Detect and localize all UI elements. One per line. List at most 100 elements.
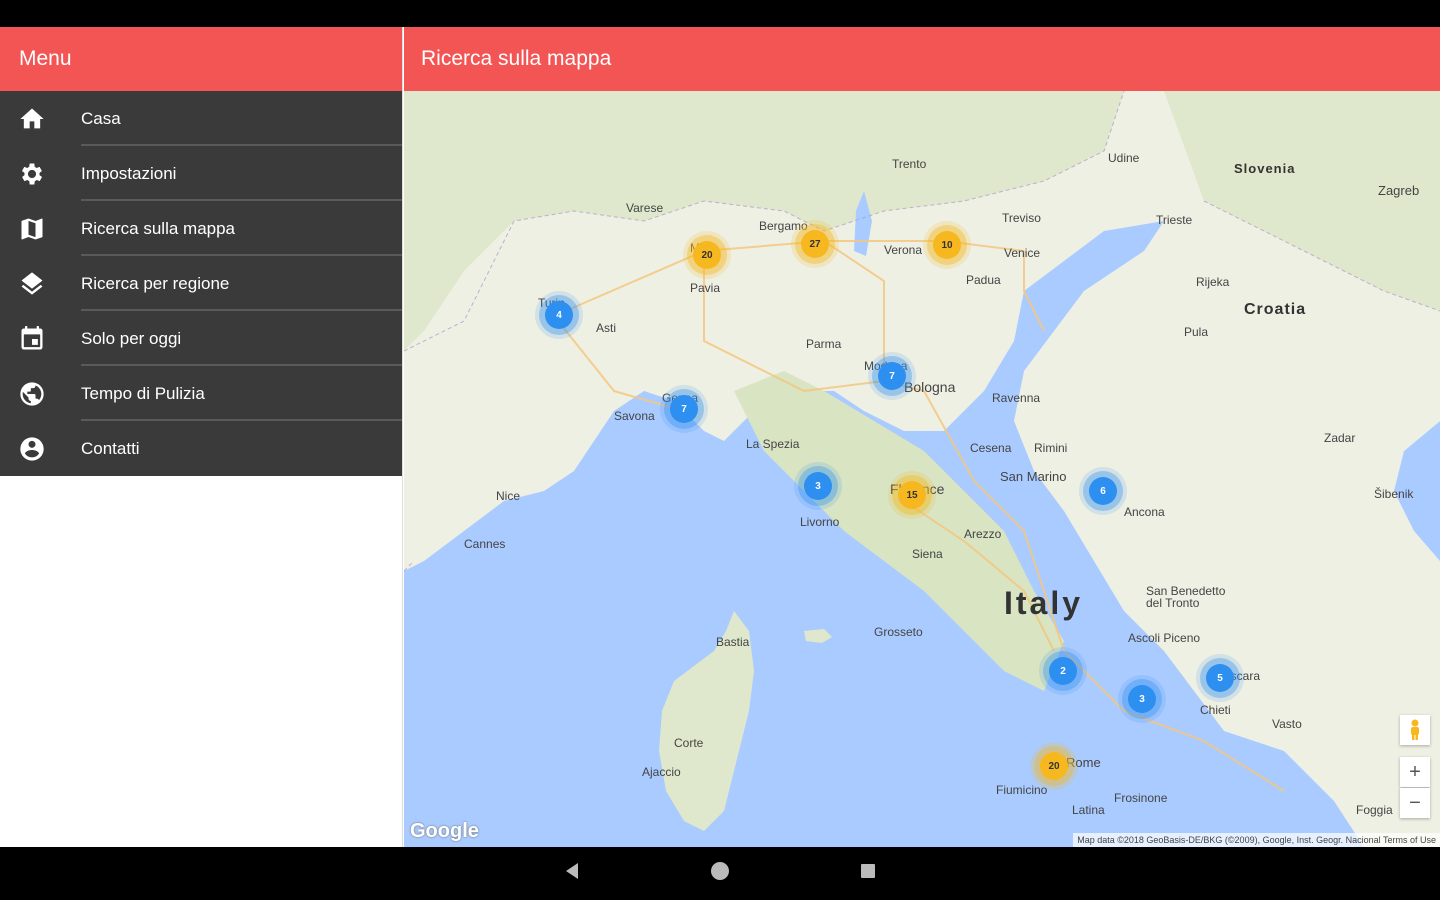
menu-title: Menu [19, 47, 72, 70]
status-bar [0, 0, 1440, 27]
map-label-ancona: Ancona [1124, 505, 1165, 519]
map-label-ajaccio: Ajaccio [642, 765, 681, 779]
map-cluster-marker[interactable]: 3 [804, 472, 832, 500]
menu-item-tempo-pulizia[interactable]: Tempo di Pulizia [0, 366, 402, 421]
menu-item-solo-oggi[interactable]: Solo per oggi [0, 311, 402, 366]
map-label-sibenik: Šibenik [1374, 487, 1414, 501]
map-label-zagreb: Zagreb [1378, 183, 1420, 198]
page-title: Ricerca sulla mappa [421, 47, 612, 70]
app: Menu Casa Impostazioni Ricerca sulla map… [0, 27, 1440, 847]
map-cluster-marker[interactable]: 3 [1128, 685, 1156, 713]
map-label-rijeka: Rijeka [1196, 275, 1230, 289]
menu-item-label: Solo per oggi [81, 328, 182, 348]
map-cluster-marker[interactable]: 10 [933, 231, 961, 259]
map-label-trento: Trento [892, 157, 927, 171]
navigation-drawer: Menu Casa Impostazioni Ricerca sulla map… [0, 27, 403, 847]
menu-header: Menu [0, 27, 402, 91]
map-label-vasto: Vasto [1272, 717, 1302, 731]
menu-item-label: Contatti [81, 438, 140, 458]
map-label-trieste: Trieste [1156, 213, 1193, 227]
map-label-bastia: Bastia [716, 635, 750, 649]
calendar-icon [0, 311, 81, 366]
account-icon [0, 421, 81, 476]
map-label-grosseto: Grosseto [874, 625, 923, 639]
map-cluster-marker[interactable]: 15 [898, 481, 926, 509]
map-label-ravenna: Ravenna [992, 391, 1041, 405]
map-label-chieti: Chieti [1200, 703, 1231, 717]
map-label-pula: Pula [1184, 325, 1209, 339]
layers-icon [0, 256, 81, 311]
map-label-foggia: Foggia [1356, 803, 1393, 817]
map-label-croatia: Croatia [1244, 301, 1307, 318]
menu-item-ricerca-mappa[interactable]: Ricerca sulla mappa [0, 201, 402, 256]
map-cluster-marker[interactable]: 4 [545, 301, 573, 329]
zoom-out-button[interactable]: − [1400, 788, 1430, 818]
map-label-nice: Nice [496, 489, 521, 503]
zoom-in-button[interactable]: + [1400, 757, 1430, 787]
map-label-cesena: Cesena [970, 441, 1012, 455]
menu-item-label: Tempo di Pulizia [81, 383, 205, 403]
map-icon [0, 201, 81, 256]
map-label-bologna: Bologna [904, 379, 956, 395]
system-navigation-bar [0, 847, 1440, 900]
map-label-rome: Rome [1066, 755, 1101, 770]
map-label-siena: Siena [912, 547, 943, 561]
street-view-pegman-icon[interactable] [1400, 715, 1430, 745]
map-label-parma: Parma [806, 337, 842, 351]
map-attribution[interactable]: Map data ©2018 GeoBasis-DE/BKG (©2009), … [1073, 833, 1440, 847]
map-label-zadar: Zadar [1324, 431, 1356, 445]
map-label-cannes: Cannes [464, 537, 506, 551]
menu-item-impostazioni[interactable]: Impostazioni [0, 146, 402, 201]
menu-item-label: Casa [81, 108, 121, 128]
map-label-livorno: Livorno [800, 515, 840, 529]
map-cluster-marker[interactable]: 5 [1206, 664, 1234, 692]
map-label-ascoli: Ascoli Piceno [1128, 631, 1201, 645]
recents-square-icon [860, 863, 876, 884]
map-label-latina: Latina [1072, 803, 1105, 817]
map-label-treviso: Treviso [1002, 211, 1041, 225]
map-label-san-marino: San Marino [1000, 469, 1067, 484]
google-map[interactable]: Venice Trento Treviso Padua Udine Triest… [404, 91, 1440, 847]
map-cluster-marker[interactable]: 7 [878, 362, 906, 390]
map-label-rimini: Rimini [1034, 441, 1068, 455]
home-button[interactable] [708, 862, 732, 886]
map-label-asti: Asti [596, 321, 617, 335]
menu-item-contatti[interactable]: Contatti [0, 421, 402, 476]
map-base-layer [404, 91, 1440, 847]
map-label-frosinone: Frosinone [1114, 791, 1168, 805]
menu-item-label: Ricerca per regione [81, 273, 230, 293]
menu-item-label: Ricerca sulla mappa [81, 218, 236, 238]
map-cluster-marker[interactable]: 7 [670, 395, 698, 423]
map-label-savona: Savona [614, 409, 655, 423]
map-label-padua: Padua [966, 273, 1001, 287]
back-button[interactable] [560, 862, 584, 886]
map-cluster-marker[interactable]: 20 [1040, 752, 1068, 780]
map-cluster-marker[interactable]: 2 [1049, 657, 1077, 685]
menu-item-casa[interactable]: Casa [0, 91, 402, 146]
map-cluster-marker[interactable]: 27 [801, 230, 829, 258]
map-header: Ricerca sulla mappa [404, 27, 1440, 91]
map-label-bergamo: Bergamo [759, 219, 808, 233]
recents-button[interactable] [856, 862, 880, 886]
home-circle-icon [709, 860, 731, 887]
map-label-fiumicino: Fiumicino [996, 783, 1048, 797]
map-label-udine: Udine [1108, 151, 1140, 165]
map-label-italy: Italy [1004, 585, 1084, 621]
menu-item-ricerca-regione[interactable]: Ricerca per regione [0, 256, 402, 311]
gear-icon [0, 146, 81, 201]
menu-item-label: Impostazioni [81, 163, 177, 183]
menu-list: Casa Impostazioni Ricerca sulla mappa Ri… [0, 91, 402, 476]
map-cluster-marker[interactable]: 20 [693, 241, 721, 269]
map-label-arezzo: Arezzo [964, 527, 1002, 541]
map-screen: Ricerca sulla mappa Venice Trento Trevis… [404, 27, 1440, 847]
google-logo: Google [410, 820, 479, 842]
map-label-slovenia: Slovenia [1234, 161, 1296, 176]
globe-icon [0, 366, 81, 421]
map-cluster-marker[interactable]: 6 [1089, 477, 1117, 505]
map-label-varese: Varese [626, 201, 664, 215]
map-label-venice: Venice [1004, 246, 1041, 260]
home-icon [0, 91, 81, 146]
map-label-corte: Corte [674, 736, 704, 750]
map-label-san-benedetto: San Benedetto del Tronto [1146, 584, 1226, 610]
back-triangle-icon [564, 862, 580, 885]
